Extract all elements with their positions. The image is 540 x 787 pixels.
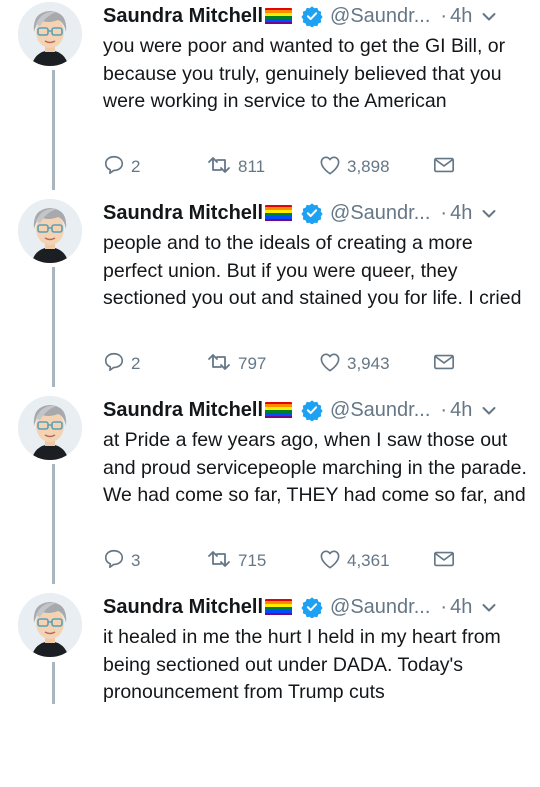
tweet-header: Saundra Mitchell @Saundr... · 4h [103, 3, 528, 29]
heart-icon [319, 155, 347, 180]
like-count: 3,943 [347, 354, 390, 373]
retweet-count: 797 [238, 354, 267, 373]
tweet-text: you were poor and wanted to get the GI B… [103, 35, 506, 112]
tweet-text: it healed in me the hurt I held in my he… [103, 626, 501, 703]
envelope-icon [433, 156, 461, 179]
tweet[interactable]: Saundra Mitchell @Saundr... · 4h you wer… [0, 0, 540, 196]
direct-message-button[interactable] [433, 548, 461, 574]
separator-dot: · [440, 201, 448, 224]
retweet-icon [206, 549, 238, 574]
tweet-actions: 2 797 3,943 [103, 351, 533, 377]
verified-badge-icon [301, 596, 323, 619]
like-count: 3,898 [347, 157, 390, 176]
separator-dot: · [440, 398, 448, 421]
reply-icon [103, 154, 131, 181]
tweet-header: Saundra Mitchell @Saundr... · 4h [103, 397, 528, 423]
tweet-timestamp[interactable]: 4h [450, 202, 472, 225]
retweet-count: 811 [238, 157, 266, 176]
reply-icon [103, 548, 131, 575]
rainbow-flag-icon [265, 598, 293, 616]
like-button[interactable]: 3,943 [319, 351, 390, 377]
like-button[interactable]: 3,898 [319, 154, 390, 180]
tweet-timestamp[interactable]: 4h [450, 596, 472, 619]
separator-dot: · [440, 4, 448, 27]
envelope-icon [433, 550, 461, 573]
reply-count: 2 [131, 157, 141, 176]
retweet-icon [206, 155, 238, 180]
envelope-icon [433, 353, 461, 376]
author-handle[interactable]: @Saundr... [330, 399, 430, 422]
tweet-text: people and to the ideals of creating a m… [103, 232, 522, 309]
verified-badge-icon [301, 202, 323, 225]
direct-message-button[interactable] [433, 351, 461, 377]
retweet-button[interactable]: 811 [206, 154, 265, 180]
chevron-down-icon[interactable] [482, 399, 496, 422]
reply-count: 2 [131, 354, 141, 373]
heart-icon [319, 352, 347, 377]
chevron-down-icon[interactable] [482, 5, 496, 28]
retweet-button[interactable]: 797 [206, 351, 266, 377]
like-button[interactable]: 4,361 [319, 548, 390, 574]
author-name[interactable]: Saundra Mitchell [103, 5, 263, 28]
direct-message-button[interactable] [433, 154, 461, 180]
rainbow-flag-icon [265, 401, 293, 419]
like-count: 4,361 [347, 551, 390, 570]
heart-icon [319, 549, 347, 574]
avatar[interactable] [18, 593, 82, 657]
tweet-timestamp[interactable]: 4h [450, 5, 472, 28]
tweet[interactable]: Saundra Mitchell @Saundr... · 4h people … [0, 197, 540, 393]
author-name[interactable]: Saundra Mitchell [103, 202, 263, 225]
rainbow-flag-icon [265, 7, 293, 25]
retweet-button[interactable]: 715 [206, 548, 266, 574]
tweet-header: Saundra Mitchell @Saundr... · 4h [103, 594, 528, 620]
tweet[interactable]: Saundra Mitchell @Saundr... · 4h at Prid… [0, 394, 540, 590]
reply-button[interactable]: 2 [103, 351, 140, 377]
tweet-actions: 3 715 4,361 [103, 548, 533, 574]
tweet[interactable]: Saundra Mitchell @Saundr... · 4h it heal… [0, 591, 540, 787]
verified-badge-icon [301, 399, 323, 422]
tweet-actions: 2 811 3,898 [103, 154, 533, 180]
author-handle[interactable]: @Saundr... [330, 5, 430, 28]
reply-button[interactable]: 3 [103, 548, 140, 574]
separator-dot: · [440, 595, 448, 618]
author-handle[interactable]: @Saundr... [330, 596, 430, 619]
chevron-down-icon[interactable] [482, 596, 496, 619]
retweet-icon [206, 352, 238, 377]
verified-badge-icon [301, 5, 323, 28]
reply-icon [103, 351, 131, 378]
tweet-timestamp[interactable]: 4h [450, 399, 472, 422]
avatar[interactable] [18, 199, 82, 263]
rainbow-flag-icon [265, 204, 293, 222]
retweet-count: 715 [238, 551, 267, 570]
avatar[interactable] [18, 2, 82, 66]
author-name[interactable]: Saundra Mitchell [103, 596, 263, 619]
reply-count: 3 [131, 551, 141, 570]
tweet-header: Saundra Mitchell @Saundr... · 4h [103, 200, 528, 226]
author-name[interactable]: Saundra Mitchell [103, 399, 263, 422]
tweet-text: at Pride a few years ago, when I saw tho… [103, 429, 527, 506]
author-handle[interactable]: @Saundr... [330, 202, 430, 225]
chevron-down-icon[interactable] [482, 202, 496, 225]
avatar[interactable] [18, 396, 82, 460]
reply-button[interactable]: 2 [103, 154, 140, 180]
